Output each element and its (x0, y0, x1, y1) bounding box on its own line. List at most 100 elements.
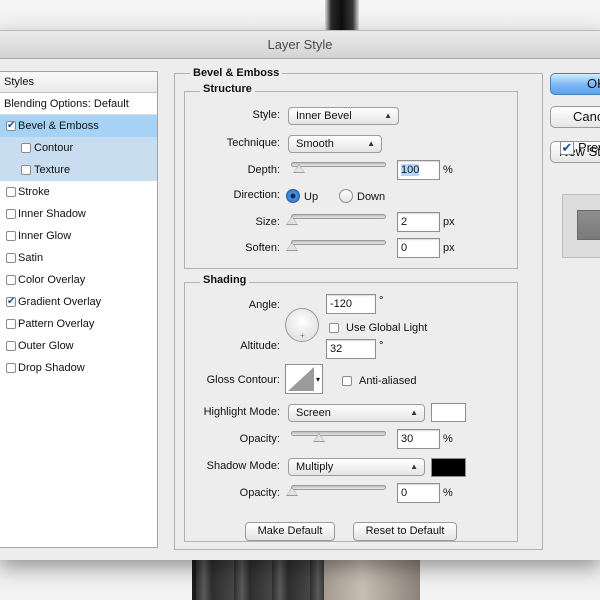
style-item-contour[interactable]: Contour (0, 137, 157, 159)
depth-label: Depth: (247, 164, 280, 176)
style-item-inner-shadow[interactable]: Inner Shadow (0, 203, 157, 225)
direction-down-radio[interactable] (339, 189, 353, 203)
background-image-top (325, 0, 359, 30)
style-item-checkbox[interactable] (6, 341, 16, 351)
style-select[interactable]: Inner Bevel ▲ (288, 107, 399, 125)
technique-select[interactable]: Smooth ▲ (288, 135, 382, 153)
highlight-mode-select[interactable]: Screen ▲ (288, 404, 425, 422)
style-item-checkbox[interactable]: ✔ (6, 121, 16, 131)
style-item-inner-glow[interactable]: Inner Glow (0, 225, 157, 247)
style-item-bevel-emboss[interactable]: ✔ Bevel & Emboss (0, 115, 157, 137)
depth-slider[interactable] (291, 162, 386, 167)
style-item-checkbox[interactable] (6, 209, 16, 219)
style-item-drop-shadow[interactable]: Drop Shadow (0, 357, 157, 379)
shadow-opacity-slider-thumb[interactable] (286, 487, 298, 496)
shadow-opacity-slider[interactable] (291, 485, 386, 490)
style-item-checkbox[interactable] (6, 253, 16, 263)
style-item-gradient-overlay[interactable]: ✔ Gradient Overlay (0, 291, 157, 313)
soften-slider-thumb[interactable] (286, 242, 298, 251)
background-image-bottom (192, 560, 420, 600)
style-item-checkbox[interactable] (6, 231, 16, 241)
shadow-opacity-input[interactable]: 0 (397, 483, 440, 503)
highlight-mode-value: Screen (296, 407, 331, 419)
direction-down-label: Down (357, 191, 386, 203)
use-global-light-checkbox[interactable] (329, 323, 339, 333)
style-item-checkbox[interactable] (21, 143, 31, 153)
angle-label: Angle: (248, 299, 280, 311)
style-item-checkbox[interactable] (6, 187, 16, 197)
shadow-color-swatch[interactable] (431, 458, 466, 477)
popup-arrows-icon: ▲ (384, 111, 392, 120)
style-item-checkbox[interactable] (6, 319, 16, 329)
highlight-color-swatch[interactable] (431, 403, 466, 422)
style-item-label: Gradient Overlay (18, 296, 102, 308)
style-item-color-overlay[interactable]: Color Overlay (0, 269, 157, 291)
style-item-label: Bevel & Emboss (18, 120, 99, 132)
style-item-checkbox[interactable] (6, 275, 16, 285)
blending-options-item[interactable]: Blending Options: Default (0, 93, 157, 115)
style-item-stroke[interactable]: Stroke (0, 181, 157, 203)
gloss-contour-picker[interactable]: ▾ (285, 364, 323, 394)
style-item-outer-glow[interactable]: Outer Glow (0, 335, 157, 357)
preview-thumbnail (562, 194, 600, 258)
crosshair-icon: + (300, 331, 305, 340)
style-item-checkbox[interactable] (21, 165, 31, 175)
style-item-label: Satin (18, 252, 44, 264)
soften-slider[interactable] (291, 240, 386, 245)
popup-arrows-icon: ▲ (410, 462, 418, 471)
depth-slider-thumb[interactable] (293, 164, 305, 173)
angle-unit: ° (379, 295, 384, 307)
highlight-opacity-label: Opacity: (239, 433, 280, 445)
size-input[interactable]: 2 (397, 212, 440, 232)
depth-unit: % (443, 164, 453, 176)
popup-arrows-icon: ▲ (410, 408, 418, 417)
ok-button[interactable]: OK (550, 73, 600, 95)
style-item-label: Stroke (18, 186, 50, 198)
technique-label: Technique: (226, 137, 280, 149)
size-slider-thumb[interactable] (286, 216, 298, 225)
depth-input[interactable]: 100 (397, 160, 440, 180)
highlight-opacity-input[interactable]: 30 (397, 429, 440, 449)
reset-to-default-button[interactable]: Reset to Default (353, 522, 457, 541)
styles-list: Styles Blending Options: Default ✔ Bevel … (0, 71, 158, 548)
bevel-emboss-title: Bevel & Emboss (190, 67, 283, 79)
direction-up-radio[interactable] (286, 189, 300, 203)
style-item-label: Contour (34, 142, 74, 154)
altitude-input[interactable]: 32 (326, 339, 376, 359)
use-global-light-label: Use Global Light (346, 322, 428, 334)
angle-dial[interactable]: + (285, 308, 319, 342)
style-item-label: Inner Glow (18, 230, 72, 242)
make-default-button[interactable]: Make Default (245, 522, 335, 541)
shadow-mode-select[interactable]: Multiply ▲ (288, 458, 425, 476)
styles-header: Styles (0, 72, 157, 93)
preview-label: Preview (578, 140, 600, 155)
soften-unit: px (443, 242, 455, 254)
contour-curve-icon (288, 367, 314, 391)
style-item-texture[interactable]: Texture (0, 159, 157, 181)
style-item-pattern-overlay[interactable]: Pattern Overlay (0, 313, 157, 335)
soften-input[interactable]: 0 (397, 238, 440, 258)
style-item-label: Inner Shadow (18, 208, 86, 220)
size-unit: px (443, 216, 455, 228)
style-item-satin[interactable]: Satin (0, 247, 157, 269)
size-slider[interactable] (291, 214, 386, 219)
cancel-button[interactable]: Cancel (550, 106, 600, 128)
direction-up-label: Up (304, 191, 319, 203)
highlight-opacity-slider[interactable] (291, 431, 386, 436)
style-select-value: Inner Bevel (296, 110, 352, 122)
preview-checkbox[interactable]: ✔ (560, 141, 574, 155)
direction-label: Direction: (233, 189, 280, 201)
altitude-unit: ° (379, 340, 384, 352)
shadow-mode-label: Shadow Mode: (206, 460, 280, 472)
style-item-checkbox[interactable]: ✔ (6, 297, 16, 307)
style-item-label: Texture (34, 164, 71, 176)
anti-aliased-checkbox[interactable] (342, 376, 352, 386)
chevron-down-icon: ▾ (315, 375, 320, 384)
highlight-opacity-slider-thumb[interactable] (313, 433, 325, 442)
angle-input[interactable]: -120 (326, 294, 376, 314)
dialog-title: Layer Style (0, 31, 600, 59)
popup-arrows-icon: ▲ (367, 139, 375, 148)
soften-label: Soften: (245, 242, 280, 254)
structure-title: Structure (200, 83, 255, 95)
style-item-checkbox[interactable] (6, 363, 16, 373)
